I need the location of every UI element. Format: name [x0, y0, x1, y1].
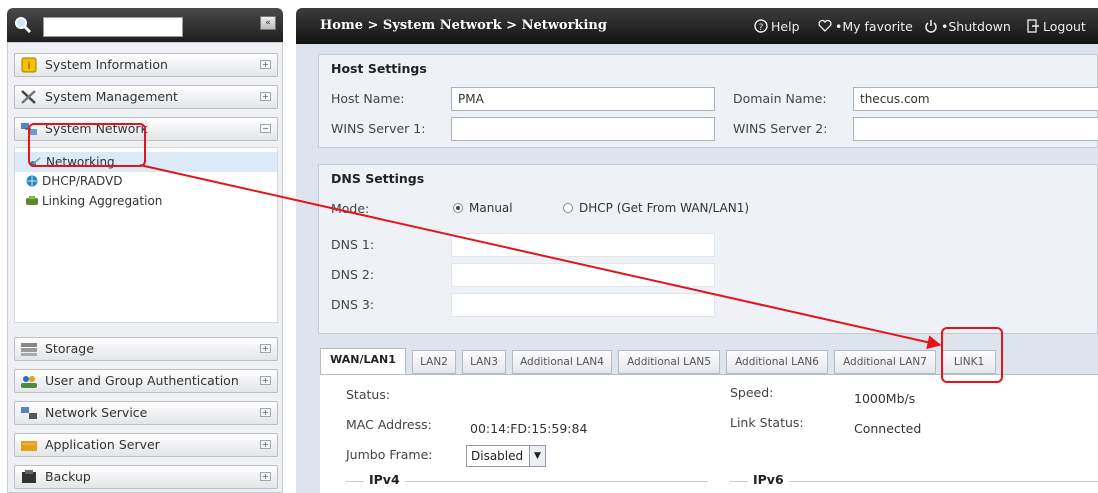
networking-settings-page: « i System Information + System Manageme… — [0, 0, 1098, 493]
annotation-arrow — [139, 164, 942, 350]
